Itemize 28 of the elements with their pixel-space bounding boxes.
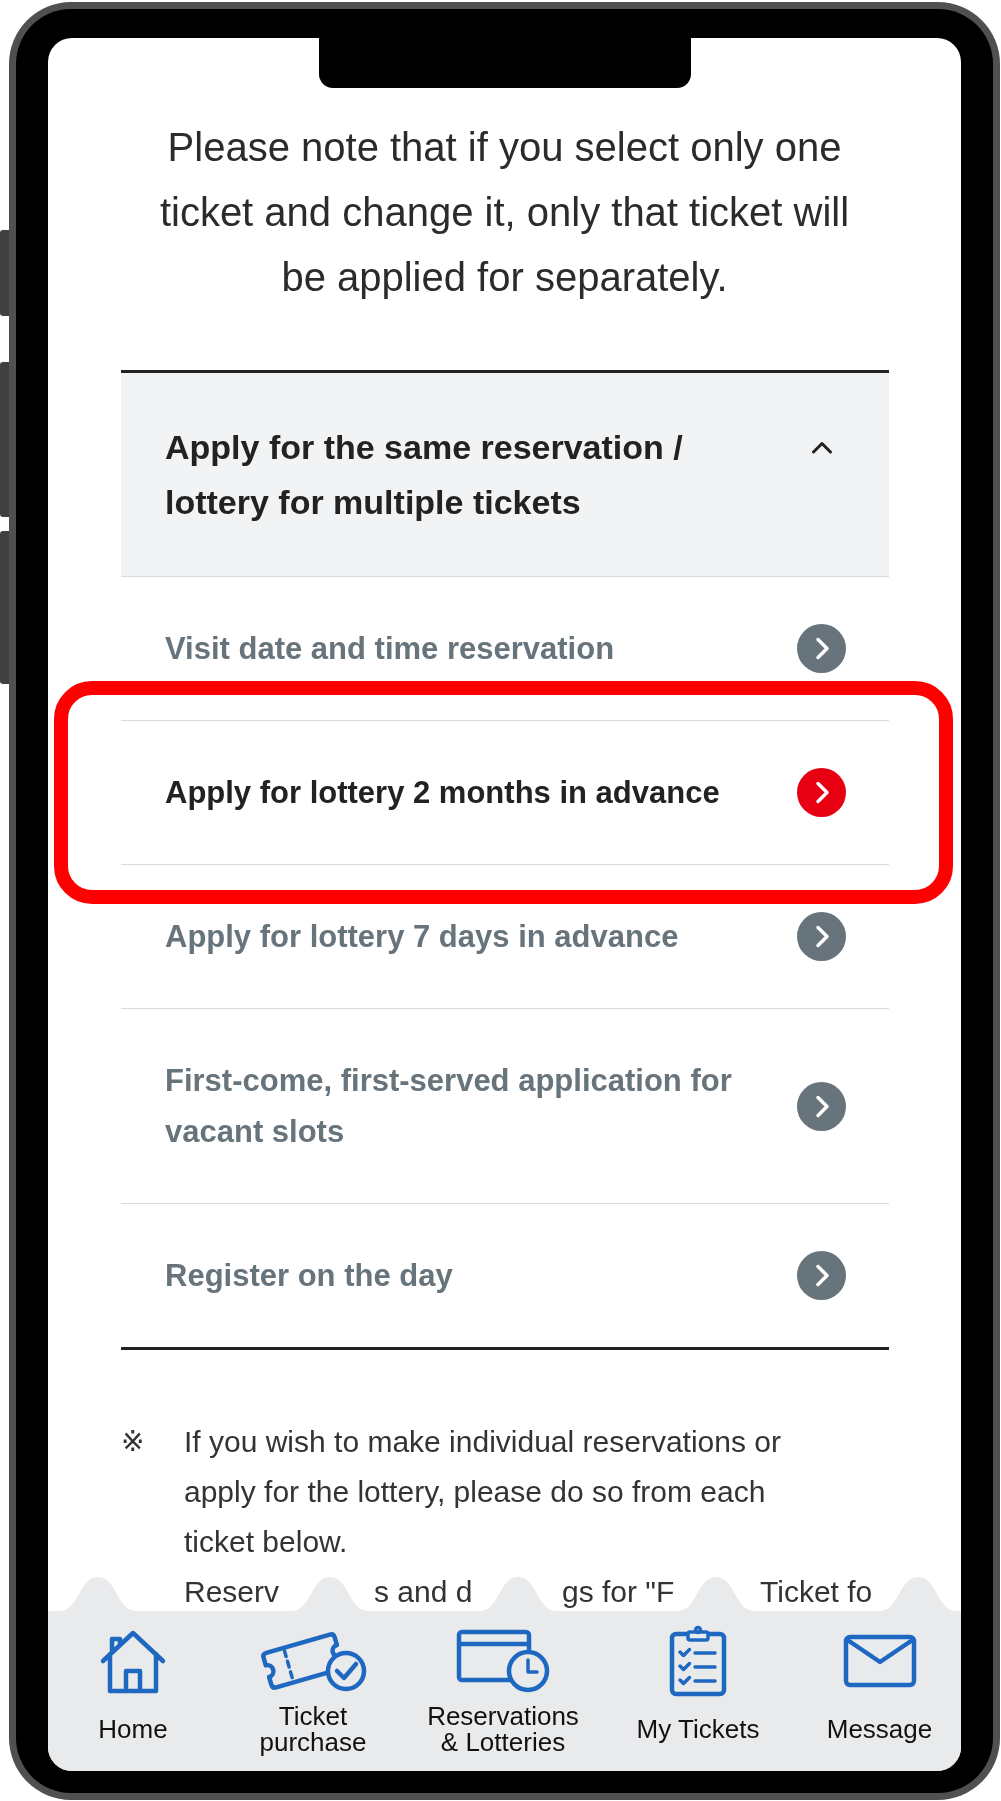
- nav-button[interactable]: Message: [798, 1625, 961, 1771]
- chevron-circle-icon: [797, 912, 846, 961]
- covered-text: gs for "F: [562, 1575, 675, 1608]
- ticket-check-icon: [258, 1629, 368, 1693]
- nav-button[interactable]: Home: [48, 1625, 218, 1771]
- menu-item[interactable]: Apply for lottery 2 months in advance: [121, 720, 889, 864]
- covered-text: s and d: [374, 1575, 473, 1608]
- note-mark: ※: [121, 1425, 145, 1458]
- menu-item[interactable]: Apply for lottery 7 days in advance: [121, 864, 889, 1008]
- note-text: If you wish to make individual reservations or apply for the lottery, please do so from each ticket below.: [184, 1424, 782, 1560]
- chevron-circle-icon: [797, 768, 846, 817]
- menu-item[interactable]: First-come, first-served application for vacant slots: [121, 1008, 889, 1203]
- accordion-header[interactable]: Apply for the same reservation / lottery for multiple tickets: [121, 373, 889, 576]
- chevron-circle-icon: [797, 624, 846, 673]
- nav-button[interactable]: Reservations & Lotteries: [408, 1625, 598, 1771]
- clipboard-checklist-icon: [668, 1625, 728, 1697]
- menu-item[interactable]: Register on the day: [121, 1203, 889, 1347]
- notice-text: Please note that if you select only one ticket and change it, only that ticket will be applied for separately.: [158, 124, 851, 301]
- calendar-clock-icon: [456, 1629, 550, 1693]
- chevron-circle-icon: [797, 1081, 846, 1131]
- menu-item[interactable]: Visit date and time reservation: [121, 576, 889, 720]
- covered-text: Reserv: [184, 1575, 280, 1608]
- nav-button[interactable]: Ticket purchase: [218, 1625, 408, 1771]
- covered-text: Ticket fo: [760, 1575, 873, 1608]
- nav-button[interactable]: My Tickets: [598, 1625, 798, 1771]
- chevron-circle-icon: [797, 1251, 846, 1300]
- envelope-icon: [842, 1634, 917, 1688]
- chevron-up-icon: [811, 441, 833, 454]
